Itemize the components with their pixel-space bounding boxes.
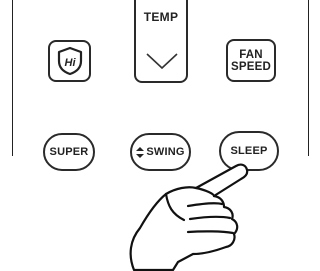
pointing-hand-icon bbox=[129, 163, 249, 271]
remote-control-panel: TEMP Hi FAN SPEED SUPER SWING SLEEP bbox=[0, 0, 319, 271]
